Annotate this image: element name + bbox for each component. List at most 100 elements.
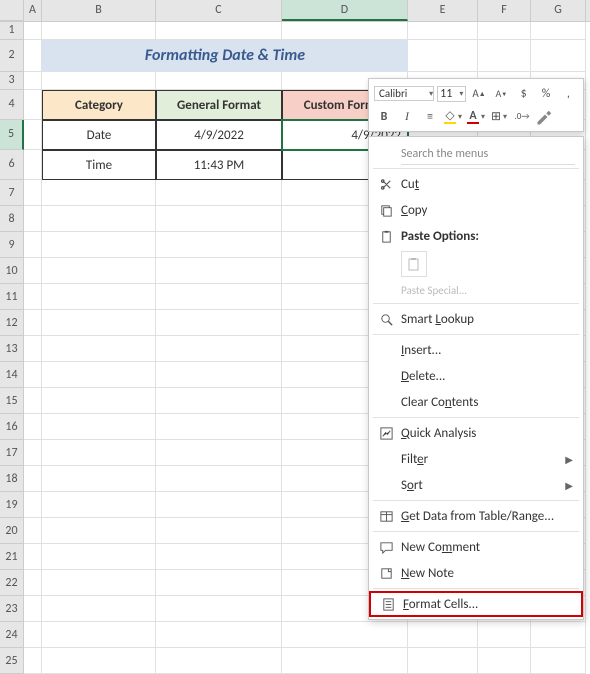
cell-a17[interactable] [24, 440, 42, 466]
align-button[interactable]: ≡ [420, 107, 440, 127]
cell-f25[interactable] [478, 648, 531, 674]
font-color-button[interactable]: A▾ [466, 107, 486, 127]
row-header-14[interactable]: 14 [0, 362, 24, 388]
cell-b10[interactable] [42, 258, 156, 284]
cell-b21[interactable] [42, 544, 156, 570]
cell-b8[interactable] [42, 206, 156, 232]
row-header-22[interactable]: 22 [0, 570, 24, 596]
cell-b18[interactable] [42, 466, 156, 492]
cell-c24[interactable] [156, 622, 282, 648]
decrease-font-button[interactable]: A▼ [492, 84, 511, 104]
cell-a1[interactable] [24, 22, 42, 40]
col-header-e[interactable]: E [408, 0, 478, 21]
menu-new-comment[interactable]: New Comment [369, 534, 583, 560]
currency-button[interactable]: $ [514, 84, 533, 104]
cell-b23[interactable] [42, 596, 156, 622]
bold-button[interactable]: B [374, 107, 394, 127]
cell-a13[interactable] [24, 336, 42, 362]
cell-b17[interactable] [42, 440, 156, 466]
cell-d1[interactable] [282, 22, 408, 40]
cell-c16[interactable] [156, 414, 282, 440]
cell-e1[interactable] [408, 22, 478, 40]
cell-a23[interactable] [24, 596, 42, 622]
row-header-15[interactable]: 15 [0, 388, 24, 414]
cell-f24[interactable] [478, 622, 531, 648]
italic-button[interactable]: I [397, 107, 417, 127]
cell-c19[interactable] [156, 492, 282, 518]
page-title[interactable]: Formatting Date & Time [42, 40, 408, 72]
cell-e25[interactable] [408, 648, 478, 674]
row-header-21[interactable]: 21 [0, 544, 24, 570]
cell-a22[interactable] [24, 570, 42, 596]
cell-d25[interactable] [282, 648, 408, 674]
menu-format-cells[interactable]: Format Cells... [369, 591, 583, 617]
cell-a24[interactable] [24, 622, 42, 648]
cell-a14[interactable] [24, 362, 42, 388]
row-header-3[interactable]: 3 [0, 72, 24, 90]
menu-quick-analysis[interactable]: Quick Analysis [369, 420, 583, 446]
fill-color-button[interactable]: ◇▾ [443, 107, 463, 127]
row-header-16[interactable]: 16 [0, 414, 24, 440]
cell-b3[interactable] [42, 72, 156, 90]
cell-b9[interactable] [42, 232, 156, 258]
cell-category-date[interactable]: Date [42, 120, 156, 150]
menu-get-data[interactable]: Get Data from Table/Range... [369, 503, 583, 529]
cell-c1[interactable] [156, 22, 282, 40]
cell-c10[interactable] [156, 258, 282, 284]
cell-c15[interactable] [156, 388, 282, 414]
cell-a20[interactable] [24, 518, 42, 544]
menu-delete[interactable]: Delete... [369, 363, 583, 389]
row-header-18[interactable]: 18 [0, 466, 24, 492]
cell-b25[interactable] [42, 648, 156, 674]
decrease-decimal-button[interactable]: .0→ [512, 107, 532, 127]
menu-new-note[interactable]: New Note [369, 560, 583, 586]
comma-style-button[interactable]: , [559, 84, 578, 104]
cell-a7[interactable] [24, 180, 42, 206]
cell-a9[interactable] [24, 232, 42, 258]
increase-font-button[interactable]: A▲ [469, 84, 488, 104]
cell-a10[interactable] [24, 258, 42, 284]
cell-category-time[interactable]: Time [42, 150, 156, 180]
cell-b1[interactable] [42, 22, 156, 40]
cell-c3[interactable] [156, 72, 282, 90]
cell-c18[interactable] [156, 466, 282, 492]
row-header-23[interactable]: 23 [0, 596, 24, 622]
cell-c20[interactable] [156, 518, 282, 544]
cell-a25[interactable] [24, 648, 42, 674]
row-header-10[interactable]: 10 [0, 258, 24, 284]
font-name-select[interactable]: Calibri▾ [374, 86, 434, 101]
cell-c22[interactable] [156, 570, 282, 596]
cell-c8[interactable] [156, 206, 282, 232]
col-header-f[interactable]: F [478, 0, 531, 21]
cell-a11[interactable] [24, 284, 42, 310]
cell-a8[interactable] [24, 206, 42, 232]
menu-smart-lookup[interactable]: Smart Lookup [369, 306, 583, 332]
cell-f1[interactable] [478, 22, 531, 40]
borders-button[interactable]: ⊞▾ [489, 107, 509, 127]
cell-b20[interactable] [42, 518, 156, 544]
row-header-7[interactable]: 7 [0, 180, 24, 206]
paste-option-button[interactable] [401, 251, 427, 277]
cell-b15[interactable] [42, 388, 156, 414]
cell-a5[interactable] [24, 120, 42, 150]
menu-sort[interactable]: Sort ▶ [369, 472, 583, 498]
select-all-corner[interactable] [0, 0, 24, 21]
cell-general-time[interactable]: 11:43 PM [156, 150, 282, 180]
percent-button[interactable]: % [536, 84, 555, 104]
menu-insert[interactable]: Insert... [369, 337, 583, 363]
cell-c17[interactable] [156, 440, 282, 466]
cell-a3[interactable] [24, 72, 42, 90]
col-header-a[interactable]: A [24, 0, 42, 21]
cell-c21[interactable] [156, 544, 282, 570]
cell-a21[interactable] [24, 544, 42, 570]
cell-a4[interactable] [24, 90, 42, 120]
cell-g24[interactable] [531, 622, 586, 648]
row-header-5[interactable]: 5 [0, 120, 24, 150]
cell-b13[interactable] [42, 336, 156, 362]
menu-filter[interactable]: Filter ▶ [369, 446, 583, 472]
row-header-6[interactable]: 6 [0, 150, 24, 180]
cell-e24[interactable] [408, 622, 478, 648]
menu-copy[interactable]: Copy [369, 197, 583, 223]
header-category[interactable]: Category [42, 90, 156, 120]
row-header-25[interactable]: 25 [0, 648, 24, 674]
